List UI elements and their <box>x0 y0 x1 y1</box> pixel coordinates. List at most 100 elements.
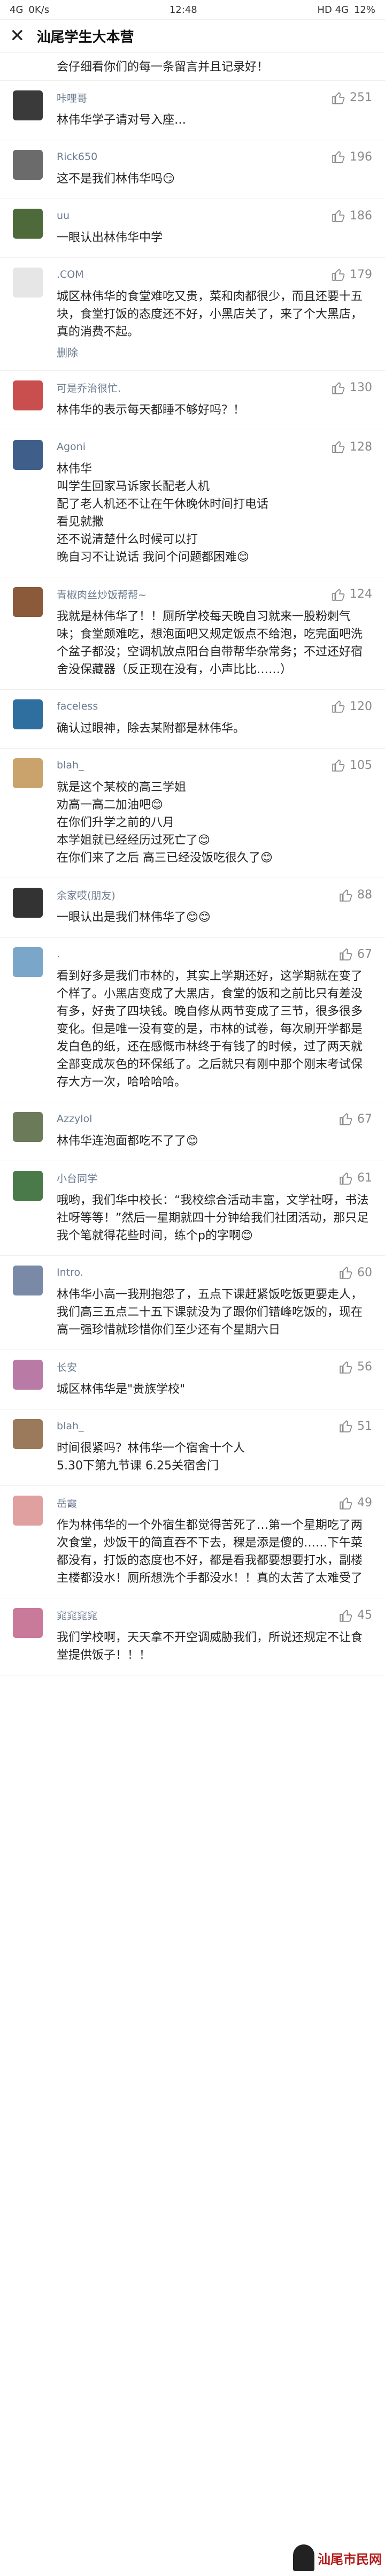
comment-body: Intro. 60 林伟华小高一我刑抱怨了，五点下课赶紧饭吃饭更要走人，我们高三五点… <box>57 1266 372 1339</box>
comment-username[interactable]: . <box>57 948 60 960</box>
like-button[interactable]: 251 <box>332 91 372 105</box>
comment-body: uu 186 一眼认出林伟华中学 <box>57 209 372 247</box>
comment-body: Azzylol 67 林伟华连泡面都吃不了了😊 <box>57 1112 372 1150</box>
comment-meta: . 67 <box>57 947 372 961</box>
comment-body: 可是乔治很忙. 130 林伟华的表示每天都睡不够好吗？！ <box>57 380 372 419</box>
avatar[interactable] <box>13 699 43 729</box>
avatar[interactable] <box>13 1266 43 1295</box>
comment-meta: 长安 56 <box>57 1360 372 1374</box>
comment-item: blah_ 105 就是这个某校的高三学姐 劝高一高二加油吧😊 在你们升学之前的八月… <box>0 749 385 878</box>
avatar[interactable] <box>13 268 43 298</box>
comment-username[interactable]: 青椒肉丝炒饭帮帮~ <box>57 587 147 601</box>
status-bar: 4G 0K/s 12:48 HD 4G 12% <box>0 0 385 20</box>
like-button[interactable]: 56 <box>339 1360 372 1374</box>
comment-username[interactable]: Agoni <box>57 441 86 453</box>
comment-username[interactable]: .COM <box>57 269 84 280</box>
comment-meta: 窕窕窕窕 45 <box>57 1608 372 1622</box>
watermark-text: 汕尾市民网 <box>318 2551 382 2567</box>
avatar[interactable] <box>13 1171 43 1201</box>
comment-username[interactable]: blah_ <box>57 759 84 771</box>
like-button[interactable]: 67 <box>339 1112 372 1126</box>
avatar[interactable] <box>13 587 43 617</box>
intro-text: 会仔细看你们的每一条留言并且记录好！ <box>0 52 385 81</box>
status-speed: 0K/s <box>28 4 50 16</box>
comment-item: 岳霞 49 作为林伟华的一个外宿生都觉得苦死了…第一个星期吃了两次食堂，炒饭干的简直… <box>0 1486 385 1598</box>
comment-meta: .COM 179 <box>57 268 372 281</box>
thumbs-up-icon <box>340 1420 352 1432</box>
comment-text: 就是这个某校的高三学姐 劝高一高二加油吧😊 在你们升学之前的八月 本学姐就已经经… <box>57 781 273 865</box>
comment-item: 窕窕窕窕 45 我们学校啊，天天拿不开空调威胁我们，所说还规定不让食堂提供饭子！！！ <box>0 1598 385 1675</box>
comment-username[interactable]: 可是乔治很忙. <box>57 380 121 395</box>
status-time: 12:48 <box>169 4 197 16</box>
like-button[interactable]: 128 <box>332 440 372 454</box>
comment-body: blah_ 51 时间很紧吗？林伟华一个宿舍十个人 5.30下第九节课 6.25关宿… <box>57 1419 372 1475</box>
avatar[interactable] <box>13 1112 43 1142</box>
like-button[interactable]: 105 <box>332 758 372 772</box>
like-button[interactable]: 45 <box>339 1609 372 1622</box>
comment-meta: Azzylol 67 <box>57 1112 372 1126</box>
comment-item: 小台同学 61 哦哟，我们华中校长：“我校综合活动丰富，文学社呀，书法社呀等等！”然… <box>0 1161 385 1256</box>
comment-meta: 岳霞 49 <box>57 1496 372 1510</box>
comment-item: 咔哩哥 251 林伟华学子请对号入座… <box>0 81 385 140</box>
like-button[interactable]: 120 <box>332 699 372 713</box>
comment-meta: 咔哩哥 251 <box>57 90 372 105</box>
like-button[interactable]: 88 <box>339 888 372 902</box>
avatar[interactable] <box>13 1360 43 1390</box>
avatar[interactable] <box>13 440 43 470</box>
thumbs-up-icon <box>332 588 345 601</box>
thumbs-up-icon <box>332 759 345 772</box>
comment-username[interactable]: 小台同学 <box>57 1171 97 1185</box>
like-button[interactable]: 61 <box>339 1171 372 1185</box>
close-icon[interactable]: ✕ <box>10 27 25 45</box>
avatar[interactable] <box>13 380 43 410</box>
comment-body: 咔哩哥 251 林伟华学子请对号入座… <box>57 90 372 129</box>
like-count: 56 <box>357 1360 372 1374</box>
avatar[interactable] <box>13 888 43 918</box>
comment-username[interactable]: Azzylol <box>57 1113 92 1125</box>
comment-item: uu 186 一眼认出林伟华中学 <box>0 199 385 258</box>
comment-meta: 余家哎(朋友) 88 <box>57 888 372 902</box>
comment-username[interactable]: blah_ <box>57 1420 84 1432</box>
comment-body: Agoni 128 林伟华 叫学生回家马诉家长配老人机 配了老人机还不让在午休晚休时… <box>57 440 372 566</box>
like-button[interactable]: 124 <box>332 588 372 601</box>
comment-username[interactable]: 岳霞 <box>57 1496 77 1510</box>
avatar[interactable] <box>13 1419 43 1449</box>
comment-username[interactable]: Rick650 <box>57 151 97 163</box>
like-button[interactable]: 49 <box>339 1496 372 1510</box>
comment-username[interactable]: uu <box>57 210 70 222</box>
avatar[interactable] <box>13 150 43 180</box>
like-button[interactable]: 130 <box>332 381 372 395</box>
like-button[interactable]: 67 <box>339 947 372 961</box>
delete-button[interactable]: 删除 <box>57 344 372 360</box>
comment-text: 作为林伟华的一个外宿生都觉得苦死了…第一个星期吃了两次食堂，炒饭干的简直吞不下去… <box>57 1519 363 1585</box>
comment-username[interactable]: 窕窕窕窕 <box>57 1608 97 1622</box>
avatar[interactable] <box>13 209 43 239</box>
comment-meta: uu 186 <box>57 209 372 223</box>
avatar[interactable] <box>13 758 43 788</box>
comment-username[interactable]: 咔哩哥 <box>57 90 87 105</box>
like-button[interactable]: 186 <box>332 209 372 223</box>
like-count: 251 <box>350 91 372 104</box>
like-count: 67 <box>357 1112 372 1126</box>
comment-text: 一眼认出林伟华中学 <box>57 231 163 245</box>
comment-username[interactable]: 长安 <box>57 1360 77 1374</box>
avatar[interactable] <box>13 1496 43 1526</box>
avatar[interactable] <box>13 1608 43 1638</box>
avatar[interactable] <box>13 947 43 977</box>
comment-body: Rick650 196 这不是我们林伟华吗😏 <box>57 150 372 188</box>
like-button[interactable]: 179 <box>332 268 372 281</box>
like-button[interactable]: 51 <box>339 1419 372 1433</box>
comment-body: 岳霞 49 作为林伟华的一个外宿生都觉得苦死了…第一个星期吃了两次食堂，炒饭干的简直… <box>57 1496 372 1587</box>
like-button[interactable]: 196 <box>332 150 372 164</box>
like-count: 196 <box>350 150 372 164</box>
thumbs-up-icon <box>340 1172 352 1185</box>
comment-username[interactable]: 余家哎(朋友) <box>57 888 116 902</box>
avatar[interactable] <box>13 90 43 120</box>
watermark: 汕尾市民网 <box>291 2543 382 2573</box>
comment-text: 我们学校啊，天天拿不开空调威胁我们，所说还规定不让食堂提供饭子！！！ <box>57 1631 363 1662</box>
comment-text: 林伟华 叫学生回家马诉家长配老人机 配了老人机还不让在午休晚休时间打电话 看见就… <box>57 462 269 564</box>
comment-username[interactable]: faceless <box>57 700 98 712</box>
like-button[interactable]: 60 <box>339 1266 372 1279</box>
like-count: 124 <box>350 588 372 601</box>
comment-username[interactable]: Intro. <box>57 1267 83 1278</box>
